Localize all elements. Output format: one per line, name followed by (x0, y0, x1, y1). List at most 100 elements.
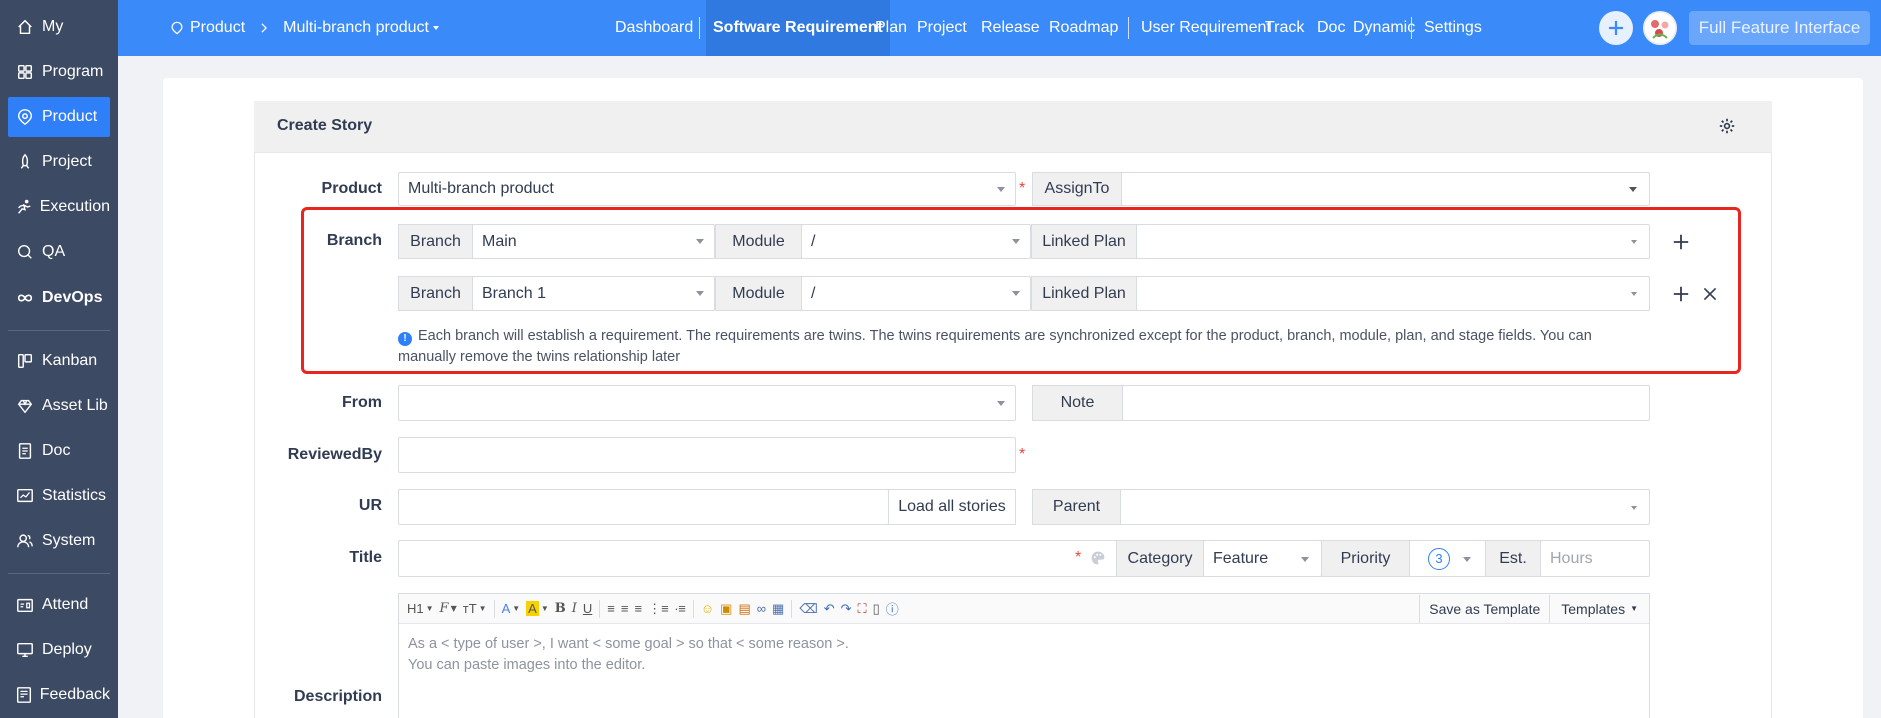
nav-track[interactable]: Track (1259, 0, 1310, 56)
align-center-icon[interactable]: ≡ (621, 598, 629, 620)
breadcrumb: Product Multi-branch product (170, 0, 439, 56)
templates-button[interactable]: Templates ▼ (1553, 598, 1646, 620)
full-feature-interface-button[interactable]: Full Feature Interface (1689, 11, 1870, 45)
note-input[interactable] (1122, 385, 1650, 421)
table-icon[interactable]: ▦ (772, 598, 784, 620)
product-label: Product (321, 180, 382, 197)
module-select[interactable]: / (801, 224, 1031, 259)
nav-software-requirement[interactable]: Software Requirement (706, 0, 890, 56)
load-all-stories-button[interactable]: Load all stories (888, 489, 1016, 525)
linked-plan-select[interactable] (1136, 224, 1650, 259)
nav-roadmap[interactable]: Roadmap (1043, 0, 1124, 56)
nav-user-requirement[interactable]: User Requirement (1135, 0, 1277, 56)
branch-select[interactable]: Main (472, 224, 715, 259)
estimate-input[interactable]: Hours (1540, 540, 1650, 577)
sidebar-item-label: System (42, 532, 96, 549)
nav-doc[interactable]: Doc (1311, 0, 1351, 56)
font-size-icon[interactable]: тT ▼ (463, 598, 487, 620)
nav-plan[interactable]: Plan (869, 0, 913, 56)
breadcrumb-product[interactable]: Product (190, 19, 245, 37)
source-icon[interactable]: ▯ (873, 598, 880, 620)
caret-down-icon (432, 26, 439, 30)
sidebar-item-label: Project (42, 153, 92, 170)
sidebar-item-my[interactable]: My (8, 7, 110, 47)
heading-button[interactable]: H1 ▼ (407, 598, 434, 620)
description-placeholder: As a < type of user >, I want < some goa… (408, 634, 849, 676)
sidebar-item-project[interactable]: Project (8, 142, 110, 182)
ur-select[interactable] (398, 489, 889, 525)
italic-icon[interactable]: I (572, 598, 577, 620)
palette-icon[interactable] (1090, 550, 1106, 571)
sidebar: My Program Product Project Execution QA … (0, 0, 118, 718)
sidebar-item-system[interactable]: System (8, 521, 110, 561)
sidebar-item-deploy[interactable]: Deploy (8, 630, 110, 670)
align-right-icon[interactable]: ≡ (634, 598, 642, 620)
nav-release[interactable]: Release (975, 0, 1046, 56)
assign-to-select[interactable] (1121, 172, 1650, 206)
save-as-template-button[interactable]: Save as Template (1423, 598, 1546, 620)
product-switcher[interactable]: Multi-branch product (283, 19, 429, 37)
title-input[interactable] (398, 540, 1117, 577)
nav-dashboard[interactable]: Dashboard (609, 0, 699, 56)
description-placeholder-line: As a < type of user >, I want < some goa… (408, 636, 849, 652)
image-icon[interactable]: ▣ (720, 598, 732, 620)
feedback-icon (14, 684, 34, 706)
remove-branch-button[interactable] (1699, 283, 1721, 305)
deploy-icon (14, 639, 36, 661)
sidebar-item-asset-lib[interactable]: Asset Lib (8, 386, 110, 426)
sidebar-item-execution[interactable]: Execution (8, 187, 110, 227)
undo-icon[interactable]: ↶ (824, 598, 835, 620)
font-family-icon[interactable]: F ▼ (440, 598, 457, 620)
from-select[interactable] (398, 385, 1016, 421)
nav-settings[interactable]: Settings (1418, 0, 1488, 56)
sidebar-item-program[interactable]: Program (8, 52, 110, 92)
add-branch-button[interactable] (1670, 231, 1692, 253)
branch-select[interactable]: Branch 1 (472, 276, 715, 311)
help-icon[interactable]: ⓘ (886, 598, 899, 620)
quick-create-button[interactable] (1599, 11, 1633, 45)
run-icon (14, 196, 34, 218)
chevron-down-icon (1301, 557, 1309, 562)
sidebar-item-devops[interactable]: DevOps (8, 278, 110, 318)
home-icon (14, 16, 36, 38)
highlight-color-icon[interactable]: A ▼ (526, 598, 549, 620)
nav-project[interactable]: Project (911, 0, 973, 56)
chevron-right-icon (257, 21, 271, 35)
link-icon[interactable]: ∞ (757, 598, 766, 620)
add-branch-button[interactable] (1670, 283, 1692, 305)
parent-select[interactable] (1120, 489, 1650, 525)
fullscreen-icon[interactable]: ⛶ (858, 598, 867, 620)
avatar[interactable] (1643, 11, 1677, 45)
caret-down-icon: ▼ (425, 604, 434, 613)
bold-icon[interactable]: B (555, 598, 566, 620)
module-select[interactable]: / (801, 276, 1031, 311)
sidebar-item-label: Attend (42, 596, 89, 613)
underline-icon[interactable]: U (583, 598, 592, 620)
description-editor[interactable]: H1 ▼ F ▼ тT ▼ A ▼ A ▼ B I U ≡ ≡ ≡ ⋮≡ ∙≡ ☺ ▣ ▤… (398, 593, 1650, 718)
product-select[interactable]: Multi-branch product (398, 172, 1016, 206)
align-left-icon[interactable]: ≡ (607, 598, 615, 620)
sidebar-item-feedback[interactable]: Feedback (8, 675, 110, 715)
flash-icon[interactable]: ▤ (738, 598, 750, 620)
sidebar-item-product[interactable]: Product (8, 97, 110, 137)
module-addon: Module (715, 224, 802, 259)
sidebar-item-attend[interactable]: Attend (8, 585, 110, 625)
sidebar-item-qa[interactable]: QA (8, 232, 110, 272)
redo-icon[interactable]: ↷ (841, 598, 852, 620)
eraser-icon[interactable]: ⌫ (799, 598, 817, 620)
sidebar-item-kanban[interactable]: Kanban (8, 341, 110, 381)
ordered-list-icon[interactable]: ⋮≡ (648, 598, 669, 620)
emoji-icon[interactable]: ☺ (701, 598, 714, 620)
sidebar-item-statistics[interactable]: Statistics (8, 476, 110, 516)
linked-plan-select[interactable] (1136, 276, 1650, 311)
reviewed-by-select[interactable] (398, 437, 1016, 473)
templates-label: Templates (1561, 600, 1626, 617)
bullet-list-icon[interactable]: ∙≡ (675, 598, 686, 620)
font-color-icon[interactable]: A ▼ (502, 598, 521, 620)
gear-icon[interactable] (1719, 118, 1735, 134)
chevron-down-icon (1631, 506, 1637, 510)
branch-addon: Branch (398, 276, 473, 311)
category-select[interactable]: Feature (1203, 540, 1322, 577)
priority-select[interactable]: 3 (1409, 540, 1486, 577)
sidebar-item-doc[interactable]: Doc (8, 431, 110, 471)
